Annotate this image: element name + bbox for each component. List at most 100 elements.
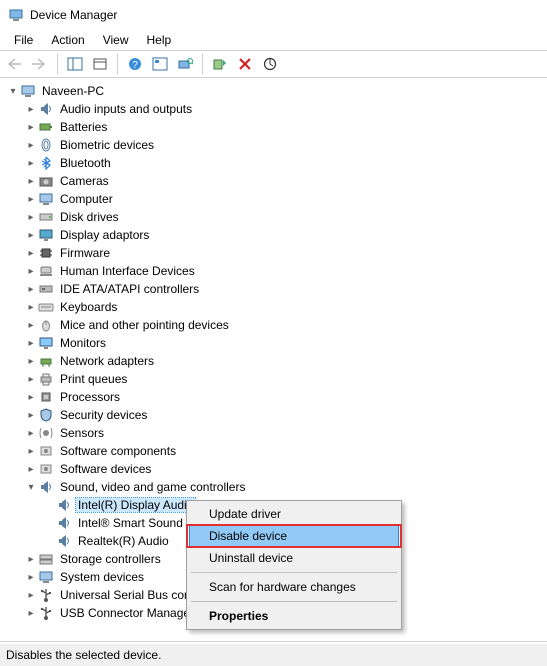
speaker-icon xyxy=(56,497,72,513)
expander-icon[interactable]: ▸ xyxy=(24,372,38,386)
forward-button[interactable] xyxy=(29,53,51,75)
tree-category-9[interactable]: ▸Human Interface Devices xyxy=(0,262,547,280)
expander-icon[interactable]: ▸ xyxy=(24,408,38,422)
scan-button[interactable] xyxy=(174,53,196,75)
expander-icon[interactable] xyxy=(42,534,56,548)
menu-view[interactable]: View xyxy=(95,32,137,48)
context-menu-item-4[interactable]: Scan for hardware changes xyxy=(189,576,399,598)
sensor-icon xyxy=(38,425,54,441)
tree-category-12[interactable]: ▸ Mice and other pointing devices xyxy=(0,316,547,334)
expander-icon[interactable]: ▸ xyxy=(24,588,38,602)
update-driver-button[interactable] xyxy=(259,53,281,75)
tree-category-19[interactable]: ▸Software components xyxy=(0,442,547,460)
toolbar-separator xyxy=(202,54,203,74)
expander-icon[interactable]: ▸ xyxy=(24,354,38,368)
menu-action[interactable]: Action xyxy=(43,32,92,48)
tree-category-7[interactable]: ▸Display adaptors xyxy=(0,226,547,244)
tree-item-label: Software devices xyxy=(58,462,153,476)
expander-icon[interactable]: ▸ xyxy=(24,552,38,566)
tree-category-10[interactable]: ▸ IDE ATA/ATAPI controllers xyxy=(0,280,547,298)
storage-icon xyxy=(38,551,54,567)
tree-category-3[interactable]: ▸Bluetooth xyxy=(0,154,547,172)
camera-icon xyxy=(38,173,54,189)
expander-icon[interactable]: ▸ xyxy=(24,156,38,170)
expander-icon[interactable]: ▸ xyxy=(24,192,38,206)
display-icon xyxy=(38,227,54,243)
tree-item-label: Sound, video and game controllers xyxy=(58,480,247,494)
soft-icon xyxy=(38,443,54,459)
tree-root[interactable]: ▾ Naveen-PC xyxy=(0,82,547,100)
context-menu-item-1[interactable]: Disable device xyxy=(189,525,399,547)
tree-item-label: Biometric devices xyxy=(58,138,156,152)
tree-category-21[interactable]: ▾ Sound, video and game controllers xyxy=(0,478,547,496)
tree-category-5[interactable]: ▸Computer xyxy=(0,190,547,208)
expander-icon[interactable]: ▸ xyxy=(24,282,38,296)
app-icon xyxy=(8,7,24,23)
tree-category-15[interactable]: ▸Print queues xyxy=(0,370,547,388)
expander-icon[interactable]: ▸ xyxy=(24,318,38,332)
context-menu-item-0[interactable]: Update driver xyxy=(189,503,399,525)
expander-icon[interactable]: ▸ xyxy=(24,426,38,440)
tree-category-13[interactable]: ▸ Monitors xyxy=(0,334,547,352)
menu-help[interactable]: Help xyxy=(139,32,180,48)
menu-file[interactable]: File xyxy=(6,32,41,48)
tree-category-14[interactable]: ▸Network adapters xyxy=(0,352,547,370)
tree-item-label: Intel(R) Display Audio xyxy=(76,498,195,512)
expander-icon[interactable]: ▸ xyxy=(24,102,38,116)
context-menu: Update driverDisable deviceUninstall dev… xyxy=(186,500,402,630)
tree-category-17[interactable]: ▸Security devices xyxy=(0,406,547,424)
tree-item-label: Keyboards xyxy=(58,300,119,314)
show-hide-tree-button[interactable] xyxy=(64,53,86,75)
tree-category-16[interactable]: ▸Processors xyxy=(0,388,547,406)
expander-icon[interactable]: ▸ xyxy=(24,570,38,584)
usb-icon xyxy=(38,605,54,621)
tree-item-label: IDE ATA/ATAPI controllers xyxy=(58,282,201,296)
expander-icon[interactable] xyxy=(42,498,56,512)
svg-text:?: ? xyxy=(132,60,138,71)
tree-item-label: Monitors xyxy=(58,336,108,350)
back-button[interactable] xyxy=(4,53,26,75)
expander-icon[interactable]: ▸ xyxy=(24,606,38,620)
tree-item-label: Mice and other pointing devices xyxy=(58,318,231,332)
tree-category-11[interactable]: ▸ Keyboards xyxy=(0,298,547,316)
expander-icon[interactable]: ▸ xyxy=(24,444,38,458)
tree-category-2[interactable]: ▸ Biometric devices xyxy=(0,136,547,154)
expander-icon[interactable]: ▾ xyxy=(24,480,38,494)
tree-item-label: Naveen-PC xyxy=(40,84,106,98)
tree-category-1[interactable]: ▸Batteries xyxy=(0,118,547,136)
expander-icon[interactable]: ▸ xyxy=(24,246,38,260)
uninstall-button[interactable] xyxy=(234,53,256,75)
tree-category-8[interactable]: ▸Firmware xyxy=(0,244,547,262)
expander-icon[interactable] xyxy=(42,516,56,530)
security-icon xyxy=(38,407,54,423)
speaker-icon xyxy=(38,101,54,117)
mouse-icon xyxy=(38,317,54,333)
action-button[interactable] xyxy=(149,53,171,75)
tree-category-0[interactable]: ▸Audio inputs and outputs xyxy=(0,100,547,118)
context-menu-item-6[interactable]: Properties xyxy=(189,605,399,627)
computer-icon xyxy=(38,569,54,585)
tree-category-6[interactable]: ▸Disk drives xyxy=(0,208,547,226)
printer-icon xyxy=(38,371,54,387)
help-button[interactable]: ? xyxy=(124,53,146,75)
bluetooth-icon xyxy=(38,155,54,171)
expander-icon[interactable]: ▸ xyxy=(24,264,38,278)
expander-icon[interactable]: ▸ xyxy=(24,120,38,134)
expander-icon[interactable]: ▸ xyxy=(24,336,38,350)
properties-button[interactable] xyxy=(89,53,111,75)
expander-icon[interactable]: ▾ xyxy=(6,84,20,98)
tree-category-4[interactable]: ▸Cameras xyxy=(0,172,547,190)
tree-category-20[interactable]: ▸ Software devices xyxy=(0,460,547,478)
expander-icon[interactable]: ▸ xyxy=(24,210,38,224)
enable-button[interactable] xyxy=(209,53,231,75)
context-menu-item-2[interactable]: Uninstall device xyxy=(189,547,399,569)
expander-icon[interactable]: ▸ xyxy=(24,300,38,314)
tree-category-18[interactable]: ▸Sensors xyxy=(0,424,547,442)
expander-icon[interactable]: ▸ xyxy=(24,228,38,242)
expander-icon[interactable]: ▸ xyxy=(24,174,38,188)
menu-separator xyxy=(191,572,397,573)
title-bar: Device Manager xyxy=(0,0,547,30)
expander-icon[interactable]: ▸ xyxy=(24,390,38,404)
expander-icon[interactable]: ▸ xyxy=(24,138,38,152)
expander-icon[interactable]: ▸ xyxy=(24,462,38,476)
